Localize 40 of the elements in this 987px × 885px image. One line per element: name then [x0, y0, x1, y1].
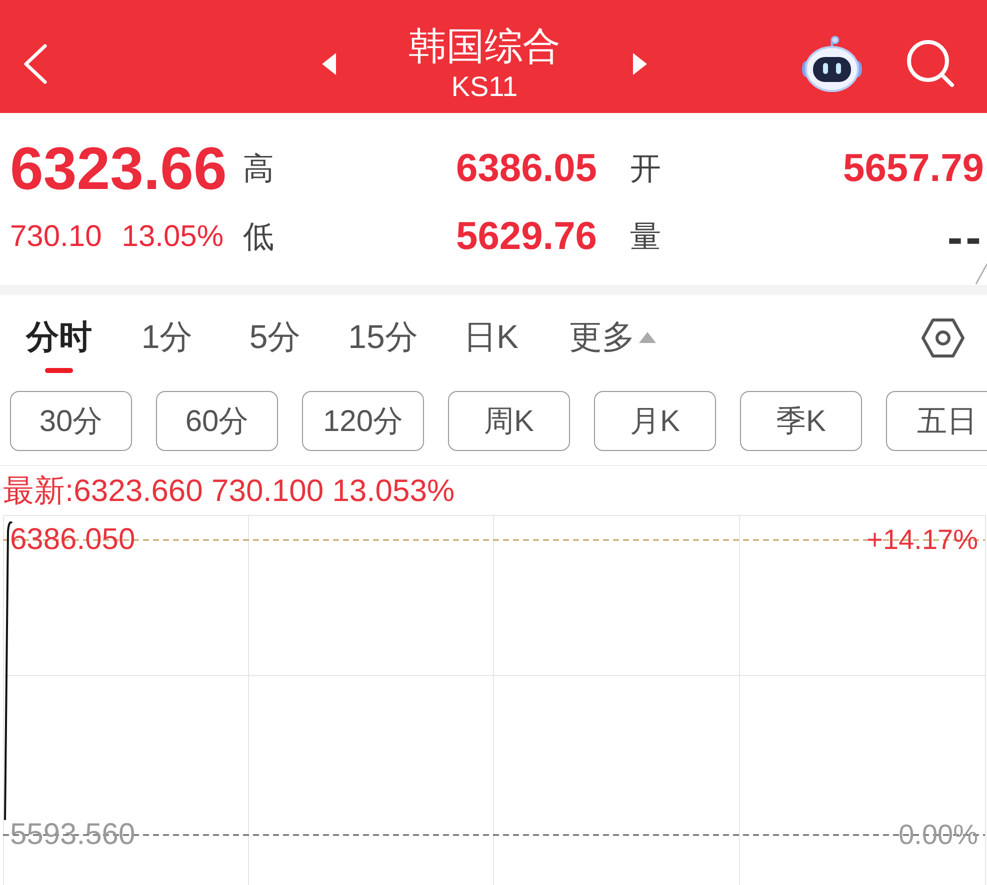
- stat-value: 6386.05: [456, 147, 597, 191]
- period-tab[interactable]: 更多: [569, 317, 656, 373]
- settings-icon[interactable]: [921, 318, 965, 358]
- stat-label: 开: [630, 151, 661, 187]
- caret-left-icon[interactable]: [322, 52, 336, 74]
- interval-button[interactable]: 30分: [10, 391, 132, 451]
- index-code: KS11: [451, 70, 518, 102]
- stat-label: 低: [243, 219, 274, 255]
- search-icon[interactable]: [905, 38, 955, 88]
- price-change: 730.10: [10, 219, 102, 255]
- back-icon[interactable]: [22, 42, 48, 84]
- stat-label: 高: [243, 151, 274, 187]
- base-percent-label: 0.00%: [898, 818, 978, 852]
- period-tab[interactable]: 15分: [329, 317, 437, 373]
- corner-mark-icon: [975, 263, 987, 285]
- stat-value: 5657.79: [843, 147, 984, 191]
- base-price-label: 5593.560: [10, 818, 136, 852]
- interval-button[interactable]: 周K: [448, 391, 570, 451]
- high-price-label: 6386.050: [10, 523, 136, 557]
- interval-button[interactable]: 五日: [886, 391, 987, 451]
- interval-button[interactable]: 月K: [594, 391, 716, 451]
- stat-value: --: [947, 215, 984, 259]
- period-tab[interactable]: 分时: [5, 317, 113, 373]
- caret-up-icon: [639, 332, 656, 342]
- robot-icon[interactable]: [802, 36, 862, 92]
- percent-change: 13.05%: [122, 219, 224, 255]
- stat-value: 5629.76: [456, 215, 597, 259]
- high-percent-label: +14.17%: [866, 523, 978, 557]
- interval-button[interactable]: 60分: [156, 391, 278, 451]
- tab-underline: [45, 368, 73, 373]
- interval-button[interactable]: 120分: [302, 391, 424, 451]
- period-tab[interactable]: 5分: [221, 317, 329, 373]
- current-price: 6323.66: [10, 137, 227, 201]
- period-tab[interactable]: 1分: [113, 317, 221, 373]
- interval-button[interactable]: 季K: [740, 391, 862, 451]
- index-title: 韩国综合: [408, 24, 560, 68]
- period-tab[interactable]: 日K: [437, 317, 545, 373]
- stat-label: 量: [630, 219, 661, 255]
- latest-quote-line: 最新:6323.660 730.100 13.053%: [3, 472, 455, 508]
- caret-right-icon[interactable]: [633, 52, 647, 74]
